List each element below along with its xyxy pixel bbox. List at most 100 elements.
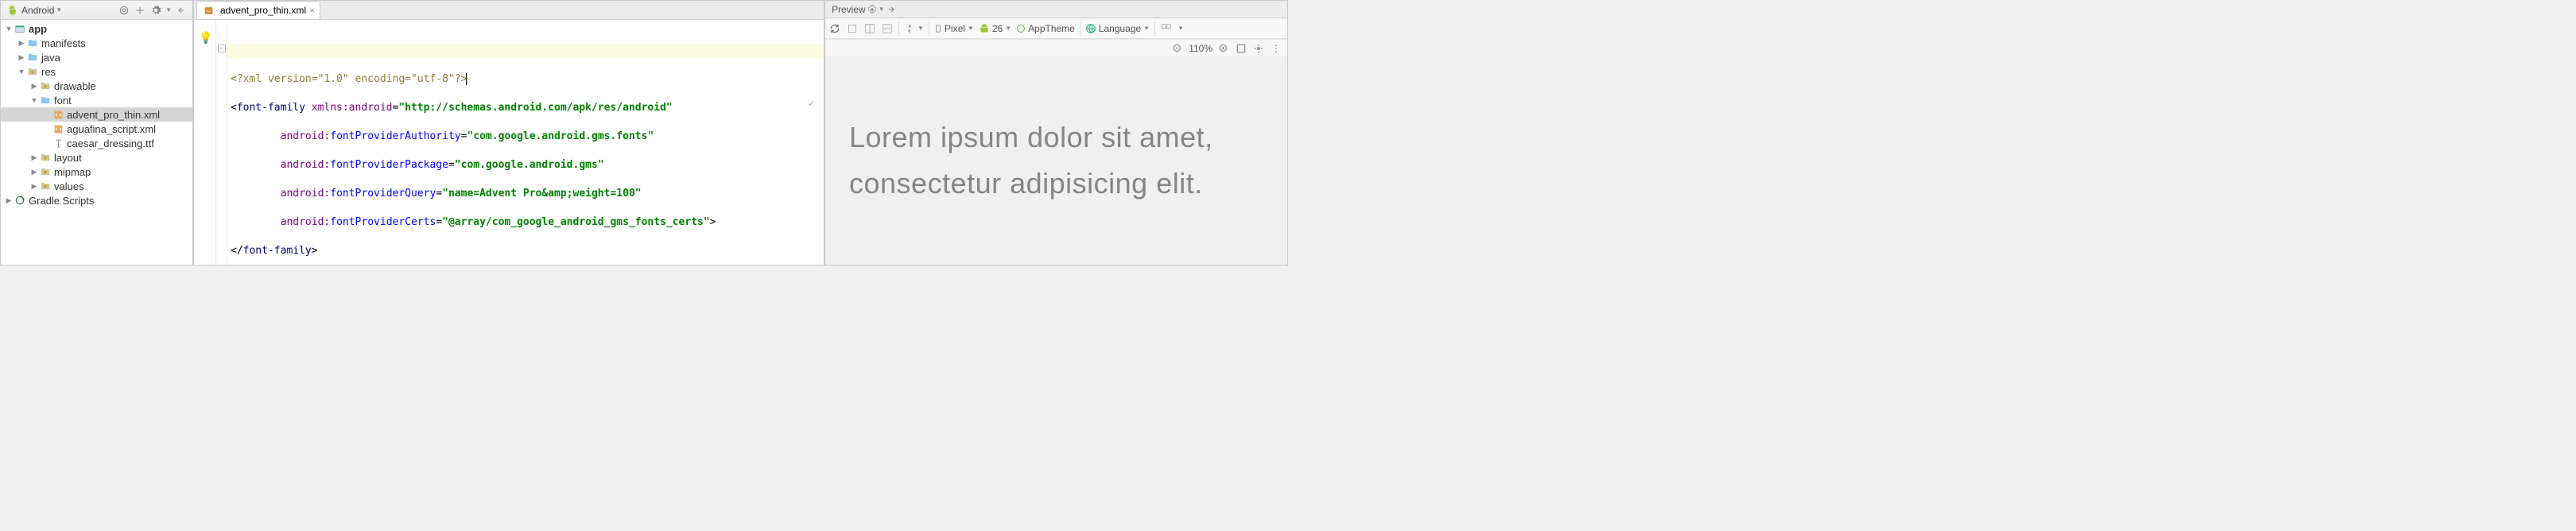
settings-gear-icon[interactable] — [866, 3, 879, 16]
pan-icon[interactable] — [1252, 42, 1265, 55]
tree-item-font[interactable]: ▼font — [1, 93, 192, 107]
folder-icon — [39, 94, 52, 107]
fold-toggle[interactable]: − — [218, 45, 226, 52]
tree-label: app — [29, 23, 47, 35]
device-selector[interactable]: Pixel ▼ — [934, 23, 974, 34]
pkg-icon — [39, 165, 52, 178]
zoom-level: 110% — [1189, 43, 1212, 54]
tree-arrow-icon[interactable]: ▶ — [17, 53, 26, 62]
tree-item-layout[interactable]: ▶layout — [1, 150, 192, 165]
code-text[interactable]: <?xml version="1.0" encoding="utf-8"?>✓ … — [227, 20, 824, 265]
sidebar-toolbar: Android ▼ ▼ — [1, 1, 192, 20]
android-icon — [6, 4, 18, 17]
tree-label: mipmap — [54, 166, 91, 178]
bulb-icon[interactable]: 💡 — [199, 31, 210, 42]
gutter: 💡 — [194, 20, 216, 265]
module-icon — [14, 22, 26, 35]
fold-column: − — [216, 20, 227, 265]
tree-arrow-icon[interactable]: ▶ — [4, 196, 14, 205]
tree-label: aguafina_script.xml — [67, 123, 156, 135]
ttf-icon — [52, 137, 64, 149]
preview-canvas: Lorem ipsum dolor sit amet, consectetur … — [825, 56, 1287, 265]
tree-item-values[interactable]: ▶ values — [1, 179, 192, 193]
project-sidebar: Android ▼ ▼ ▼app▶manifests▶java▼res▶draw… — [0, 0, 193, 266]
code-area[interactable]: 💡 − <?xml version="1.0" encoding="utf-8"… — [194, 20, 824, 265]
xml-icon — [52, 108, 64, 121]
project-tree[interactable]: ▼app▶manifests▶java▼res▶drawable▼fontadv… — [1, 20, 192, 265]
pkg-icon — [39, 79, 52, 92]
settings-gear-icon[interactable] — [149, 4, 162, 17]
folder-icon — [26, 51, 39, 64]
zoom-out-icon[interactable] — [1171, 42, 1184, 55]
theme-selector[interactable]: AppTheme — [1016, 23, 1075, 34]
tree-item-drawable[interactable]: ▶ drawable — [1, 79, 192, 93]
tree-item-caesar-dressing-ttf[interactable]: caesar_dressing.ttf — [1, 136, 192, 150]
preview-title: Preview — [832, 4, 866, 15]
tree-arrow-icon[interactable]: ▶ — [29, 168, 39, 176]
collapse-icon[interactable] — [134, 4, 146, 17]
device-label: Pixel — [945, 23, 965, 34]
tree-label: values — [54, 180, 84, 192]
preview-toolbar: ▼ Pixel ▼ 26 ▼ AppTheme Language ▼ ▼ — [825, 18, 1287, 39]
view-selector[interactable]: Android ▼ — [21, 5, 62, 16]
tree-arrow-icon[interactable]: ▶ — [29, 182, 39, 191]
orientation-selector[interactable]: ▼ — [904, 23, 924, 34]
tree-label: advent_pro_thin.xml — [67, 109, 160, 121]
preview-header: Preview ▼ — [825, 1, 1287, 18]
editor-tabbar: <> advent_pro_thin.xml × — [194, 1, 824, 20]
tree-arrow-icon[interactable]: ▶ — [17, 39, 26, 48]
layout-1-icon[interactable] — [863, 22, 876, 35]
hide-icon[interactable] — [175, 4, 188, 17]
preview-panel: Preview ▼ ▼ Pixel ▼ 26 — [824, 0, 1288, 266]
language-label: Language — [1099, 23, 1141, 34]
more-icon[interactable]: ⋮ — [1270, 42, 1282, 55]
caret-down-icon: ▼ — [165, 6, 172, 14]
svg-text:<>: <> — [206, 9, 211, 14]
zoom-in-icon[interactable] — [1217, 42, 1230, 55]
tree-label: java — [41, 52, 60, 64]
variants-icon[interactable] — [1160, 22, 1173, 35]
layout-2-icon[interactable] — [881, 22, 894, 35]
close-icon[interactable]: × — [309, 5, 315, 16]
tree-item-aguafina-script-xml[interactable]: aguafina_script.xml — [1, 122, 192, 136]
tree-item-gradle-scripts[interactable]: ▶ Gradle Scripts — [1, 193, 192, 207]
theme-label: AppTheme — [1028, 23, 1075, 34]
api-label: 26 — [992, 23, 1003, 34]
caret-down-icon: ▼ — [879, 6, 885, 13]
hide-icon[interactable] — [885, 3, 898, 16]
api-selector[interactable]: 26 ▼ — [979, 23, 1011, 34]
tree-arrow-icon[interactable]: ▶ — [29, 82, 39, 91]
tree-arrow-icon[interactable]: ▼ — [17, 68, 26, 76]
tree-label: drawable — [54, 80, 96, 92]
preview-sample-text: Lorem ipsum dolor sit amet, consectetur … — [849, 114, 1263, 206]
tree-label: manifests — [41, 37, 86, 49]
surface-icon[interactable] — [846, 22, 859, 35]
tree-item-app[interactable]: ▼ app — [1, 21, 192, 36]
refresh-icon[interactable] — [828, 22, 841, 35]
zoom-bar: 110% ⋮ — [825, 39, 1287, 56]
editor-panel: <> advent_pro_thin.xml × 💡 − <?xml versi… — [193, 0, 824, 266]
language-selector[interactable]: Language ▼ — [1085, 23, 1150, 34]
tree-item-res[interactable]: ▼ res — [1, 64, 192, 79]
folder-icon — [26, 37, 39, 49]
tree-arrow-icon[interactable]: ▼ — [4, 25, 14, 33]
pkg-icon — [39, 151, 52, 164]
tree-label: res — [41, 66, 56, 78]
caret-down-icon: ▼ — [1177, 25, 1184, 32]
tree-label: Gradle Scripts — [29, 195, 94, 207]
tree-arrow-icon[interactable]: ▼ — [29, 96, 39, 104]
pkg-icon — [39, 180, 52, 192]
fit-icon[interactable] — [1235, 42, 1247, 55]
caret-down-icon: ▼ — [56, 6, 62, 14]
tree-item-mipmap[interactable]: ▶ mipmap — [1, 165, 192, 179]
editor-tab-label: advent_pro_thin.xml — [220, 5, 306, 16]
tree-label: caesar_dressing.ttf — [67, 138, 154, 149]
gradle-icon — [14, 194, 26, 207]
scope-icon[interactable] — [118, 4, 130, 17]
editor-tab[interactable]: <> advent_pro_thin.xml × — [196, 1, 320, 19]
tree-item-manifests[interactable]: ▶ manifests — [1, 36, 192, 50]
view-selector-label: Android — [21, 5, 54, 16]
tree-arrow-icon[interactable]: ▶ — [29, 153, 39, 162]
tree-item-advent-pro-thin-xml[interactable]: advent_pro_thin.xml — [1, 107, 192, 122]
tree-item-java[interactable]: ▶ java — [1, 50, 192, 64]
